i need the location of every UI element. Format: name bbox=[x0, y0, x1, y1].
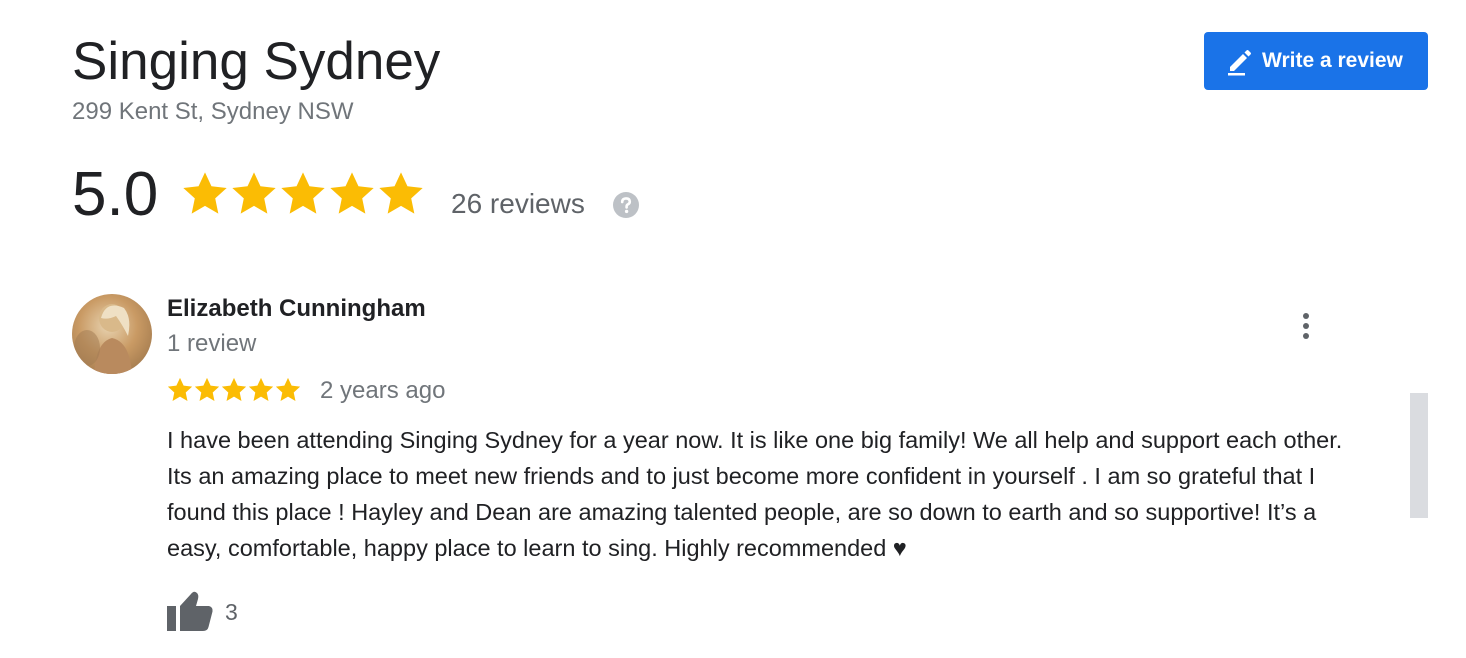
like-count: 3 bbox=[225, 599, 238, 625]
scrollbar-thumb[interactable] bbox=[1410, 393, 1428, 518]
review-count-link[interactable]: 26 reviews bbox=[451, 186, 585, 222]
more-vert-icon[interactable] bbox=[1290, 310, 1322, 342]
star-icon bbox=[248, 377, 274, 401]
star-icon bbox=[379, 172, 423, 214]
thumbs-up-icon[interactable] bbox=[166, 588, 214, 632]
reviewer-avatar[interactable] bbox=[72, 294, 152, 374]
rating-value: 5.0 bbox=[72, 160, 159, 229]
business-title: Singing Sydney bbox=[72, 32, 441, 91]
star-icon bbox=[167, 377, 193, 401]
star-icon bbox=[275, 377, 301, 401]
review-text: I have been attending Singing Sydney for… bbox=[167, 427, 1343, 561]
star-icon bbox=[330, 172, 374, 214]
reviewer-name[interactable]: Elizabeth Cunningham bbox=[167, 294, 426, 324]
star-icon bbox=[232, 172, 276, 214]
reviewer-review-count: 1 review bbox=[167, 330, 257, 357]
review-date: 2 years ago bbox=[320, 377, 446, 404]
pencil-icon bbox=[1224, 45, 1256, 77]
write-review-button[interactable]: Write a review bbox=[1204, 32, 1428, 90]
star-icon bbox=[194, 377, 220, 401]
star-icon bbox=[183, 172, 227, 214]
write-review-label: Write a review bbox=[1262, 49, 1403, 72]
review-stars bbox=[166, 376, 301, 404]
rating-stars bbox=[180, 169, 425, 219]
help-circle-icon[interactable] bbox=[612, 191, 640, 219]
star-icon bbox=[281, 172, 325, 214]
star-icon bbox=[221, 377, 247, 401]
business-address: 299 Kent St, Sydney NSW bbox=[72, 98, 354, 125]
